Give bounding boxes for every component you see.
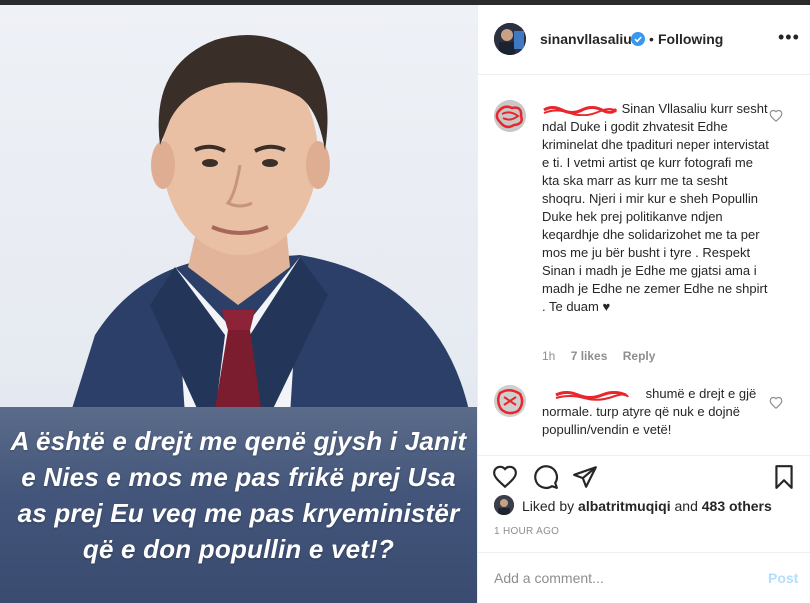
post-image[interactable]: A është e drejt me qenë gjysh i Janit e … [0,5,477,603]
comment-meta: 1h 7 likes Reply [542,349,667,363]
comment-icon[interactable] [533,464,559,490]
post-header: sinanvllasaliu • Following ••• [478,5,810,75]
redacted-username [555,390,629,401]
portrait-illustration [70,35,470,415]
following-button[interactable]: Following [658,31,723,47]
post-caption-overlay: A është e drejt me qenë gjysh i Janit e … [10,426,467,564]
liked-by-prefix: Liked by [522,498,579,514]
post-timestamp[interactable]: 1 HOUR AGO [494,526,559,537]
liked-by-others[interactable]: 483 others [702,498,772,514]
header-separator: • [649,31,654,47]
verified-badge-icon [631,32,645,46]
like-heart-icon[interactable] [492,464,518,490]
liked-by-avatar[interactable] [494,495,514,515]
share-icon[interactable] [572,464,598,490]
add-comment-input[interactable] [494,567,754,589]
comment-text: Sinan Vllasaliu kurr sesht ndal Duke i g… [542,101,769,314]
author-username[interactable]: sinanvllasaliu [540,31,632,47]
add-comment-bar: Post [478,552,810,603]
comment-avatar[interactable] [494,385,526,417]
more-options-icon[interactable]: ••• [778,27,800,48]
author-avatar[interactable] [494,23,526,55]
liked-by-user[interactable]: albatritmuqiqi [578,498,671,514]
comment-time: 1h [542,349,556,363]
reply-button[interactable]: Reply [623,349,656,363]
comment-avatar[interactable] [494,100,526,132]
redacted-username [543,105,618,116]
liked-by: Liked by albatritmuqiqi and 483 others [522,498,772,514]
comments-list: Sinan Vllasaliu kurr sesht ndal Duke i g… [478,76,810,460]
liked-by-middle: and [670,498,702,514]
heart-icon[interactable] [769,109,783,123]
post-actions [478,455,810,495]
bookmark-icon[interactable] [771,464,797,490]
post-comment-button[interactable]: Post [768,570,798,586]
comment-body: Sinan Vllasaliu kurr sesht ndal Duke i g… [542,100,770,316]
heart-icon[interactable] [769,396,783,410]
comment-likes[interactable]: 7 likes [571,349,608,363]
post-sidebar: sinanvllasaliu • Following ••• Sinan Vll… [477,5,810,603]
comment-body: shumë e drejt e gjë normale. turp atyre … [542,385,770,439]
